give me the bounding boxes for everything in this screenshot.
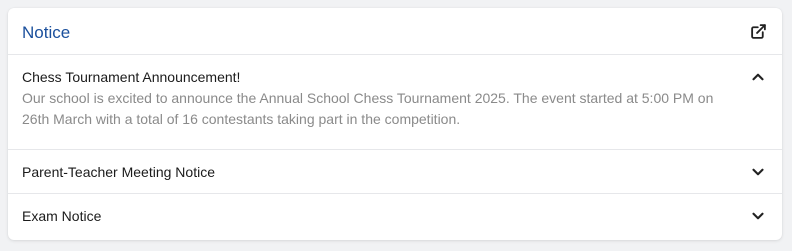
- notice-card: Notice Chess Tournament Announcement! Ou…: [8, 8, 782, 240]
- notice-item-title: Chess Tournament Announcement!: [22, 69, 241, 85]
- notice-item-chess-tournament: Chess Tournament Announcement! Our schoo…: [8, 55, 782, 150]
- notice-header: Notice: [8, 8, 782, 55]
- notice-item-body: Our school is excited to announce the An…: [22, 90, 714, 127]
- chevron-down-icon[interactable]: [747, 205, 769, 227]
- notice-item-title: Exam Notice: [22, 207, 102, 224]
- notice-title: Notice: [22, 22, 71, 42]
- notice-item-parent-teacher-meeting: Parent-Teacher Meeting Notice: [8, 150, 782, 194]
- chevron-up-icon[interactable]: [747, 66, 769, 88]
- notice-item-header[interactable]: Parent-Teacher Meeting Notice: [22, 150, 769, 193]
- external-link-icon[interactable]: [747, 20, 769, 42]
- notice-item-exam: Exam Notice: [8, 194, 782, 237]
- notice-item-title: Parent-Teacher Meeting Notice: [22, 163, 215, 180]
- chevron-down-icon[interactable]: [747, 161, 769, 183]
- notice-item-header[interactable]: Exam Notice: [22, 194, 769, 237]
- notice-item-header[interactable]: Chess Tournament Announcement!: [22, 55, 769, 88]
